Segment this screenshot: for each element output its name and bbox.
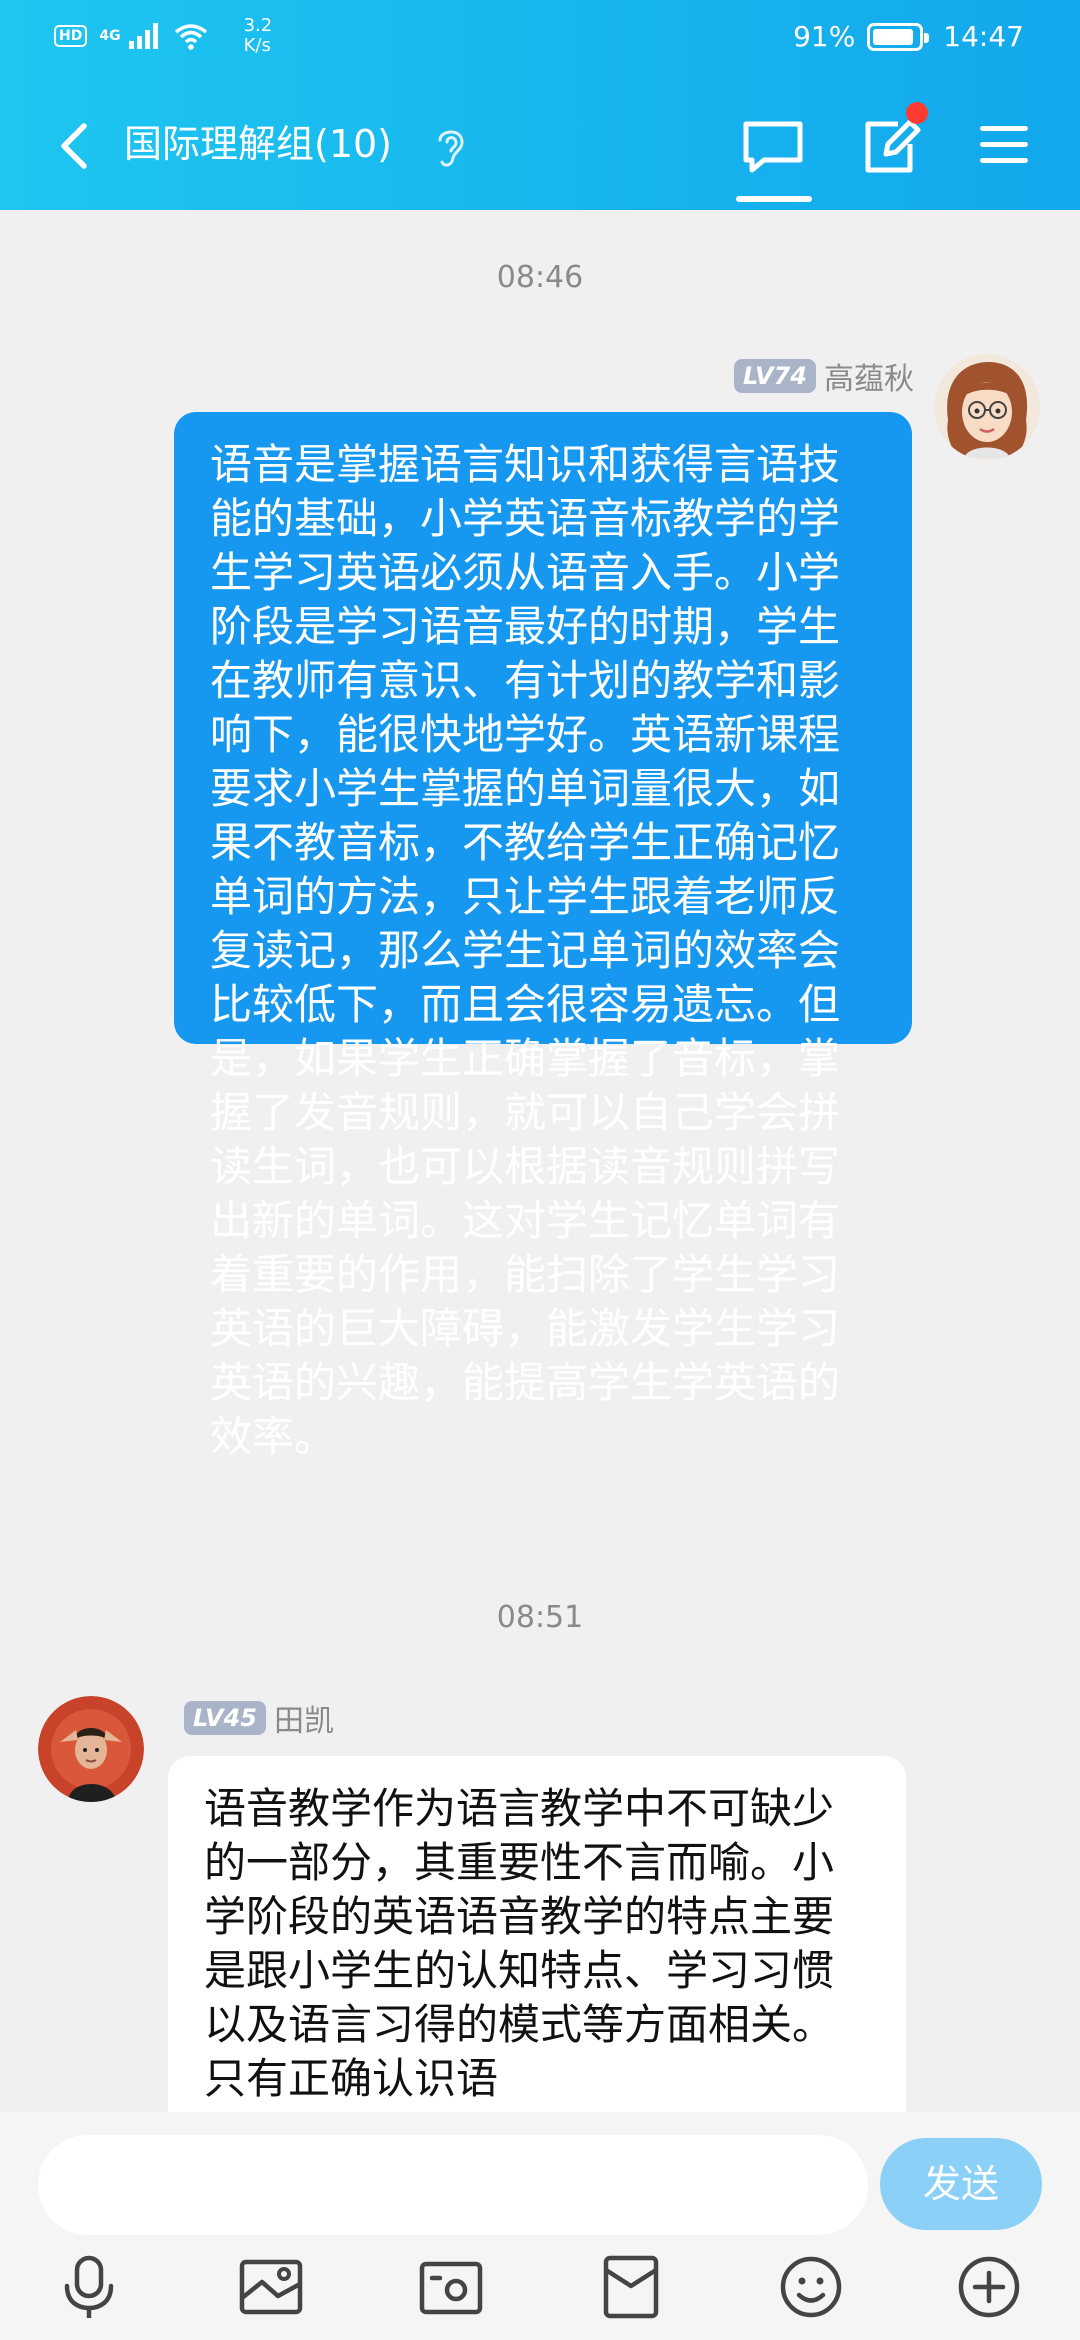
status-bar: HD 4G 3.2 K/s 91% 14:47 [0, 0, 1080, 70]
notification-dot [906, 102, 928, 124]
sender-row: LV74 高蕴秋 [734, 354, 914, 398]
nav-bar: 国际理解组(10) [0, 100, 1080, 202]
timestamp: 08:51 [496, 1600, 584, 1635]
chat-bubble-icon[interactable] [740, 116, 806, 178]
message-text: 语音是掌握语言知识和获得言语技能的基础，小学英语音标教学的学生学习英语必须从语音… [210, 440, 841, 1461]
microphone-icon[interactable] [56, 2254, 122, 2320]
plus-icon[interactable] [956, 2254, 1022, 2320]
signal-icon [128, 23, 158, 49]
message-input[interactable] [38, 2135, 868, 2235]
network-speed: 3.2 K/s [244, 16, 304, 56]
hd-icon: HD [54, 25, 88, 47]
battery-icon [867, 22, 930, 51]
top-header: HD 4G 3.2 K/s 91% 14:47 国际理解组(10) [0, 0, 1080, 210]
battery-fill [873, 28, 914, 45]
message-text: 语音教学作为语言教学中不可缺少的一部分，其重要性不言而喻。小学阶段的英语语音教学… [204, 1784, 835, 2103]
back-arrow-icon[interactable] [48, 116, 104, 176]
clock: 14:47 [943, 20, 1024, 53]
chat-title[interactable]: 国际理解组(10) [124, 118, 392, 170]
speed-unit: K/s [243, 35, 271, 56]
wifi-icon [174, 24, 207, 50]
sender-name: 田凯 [273, 1704, 334, 1739]
avatar[interactable] [38, 1696, 144, 1802]
camera-icon[interactable] [418, 2254, 484, 2320]
speed-value: 3.2 [243, 15, 273, 36]
battery-percent: 91% [793, 20, 856, 53]
sender-name: 高蕴秋 [824, 362, 914, 397]
input-toolbar [0, 2240, 1080, 2330]
send-button[interactable]: 发送 [880, 2138, 1042, 2230]
avatar[interactable] [934, 354, 1040, 460]
level-badge: LV74 [734, 359, 816, 393]
hearing-icon[interactable] [432, 124, 468, 170]
level-badge: LV45 [184, 1701, 266, 1735]
tab-indicator [736, 196, 812, 202]
emoji-icon[interactable] [778, 2254, 844, 2320]
red-packet-icon[interactable] [598, 2254, 664, 2320]
network-type: 4G [99, 28, 121, 44]
timestamp: 08:46 [496, 260, 584, 295]
message-bubble[interactable]: 语音是掌握语言知识和获得言语技能的基础，小学英语音标教学的学生学习英语必须从语音… [174, 412, 912, 1461]
image-icon[interactable] [238, 2254, 304, 2320]
sender-row: LV45 田凯 [184, 1696, 334, 1740]
menu-icon[interactable] [976, 120, 1032, 170]
